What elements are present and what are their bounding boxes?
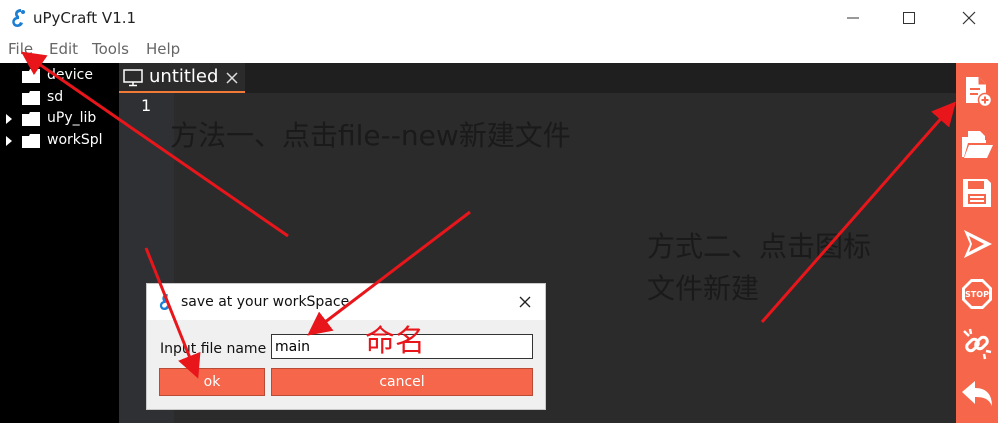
tab-label: untitled (149, 66, 219, 87)
folder-icon (22, 91, 40, 105)
dialog-close-icon[interactable] (519, 296, 531, 308)
annotation-naming: 命名 (365, 324, 425, 359)
folder-icon (22, 69, 40, 83)
line-number: 1 (141, 96, 152, 115)
dialog-title-bar: save at your workSpace (147, 284, 545, 320)
title-bar: uPyCraft V1.1 (0, 0, 998, 36)
expand-arrow-icon[interactable] (5, 131, 13, 151)
window-title: uPyCraft V1.1 (33, 9, 137, 27)
tree-item-upy-lib[interactable]: uPy_lib (5, 109, 115, 129)
stop-icon[interactable]: STOP (960, 277, 994, 311)
maximize-icon[interactable] (894, 6, 924, 30)
file-name-label: Input file name (160, 341, 267, 357)
upycraft-logo-icon (12, 9, 25, 27)
folder-icon (22, 112, 40, 126)
tree-item-workspace[interactable]: workSpl (5, 131, 115, 151)
tree-item-label: uPy_lib (47, 110, 97, 126)
menu-edit[interactable]: Edit (49, 40, 78, 58)
tree-item-device[interactable]: device (5, 66, 115, 86)
ok-button[interactable]: ok (159, 368, 265, 396)
cancel-button[interactable]: cancel (271, 368, 533, 396)
annotation-method-two-line1: 方式二、点击图标 (647, 230, 872, 263)
minimize-icon[interactable] (838, 6, 868, 30)
tree-item-label: device (47, 67, 93, 83)
tab-untitled[interactable]: untitled (119, 63, 245, 93)
tab-close-icon[interactable] (226, 72, 238, 84)
tab-bar: untitled (119, 63, 956, 93)
close-icon[interactable] (954, 6, 984, 30)
file-tree-sidebar: device sd uPy_lib workSpl (0, 63, 119, 423)
right-toolbar: STOP (956, 63, 998, 423)
tree-item-label: workSpl (47, 132, 103, 148)
run-icon[interactable] (960, 227, 994, 261)
annotation-method-one: 方法一、点击file--new新建文件 (170, 119, 571, 152)
dialog-title: save at your workSpace (181, 294, 350, 310)
stop-icon-text: STOP (965, 290, 989, 299)
tree-item-sd[interactable]: sd (5, 88, 115, 108)
menu-bar: File Edit Tools Help (0, 36, 998, 63)
tree-item-label: sd (47, 89, 64, 105)
expand-arrow-icon[interactable] (5, 109, 13, 129)
menu-file[interactable]: File (8, 40, 33, 58)
new-file-icon[interactable] (960, 75, 994, 109)
save-icon[interactable] (960, 176, 994, 210)
save-dialog: save at your workSpace Input file name o… (146, 283, 546, 410)
dialog-logo-icon (159, 294, 170, 310)
open-folder-icon[interactable] (960, 127, 994, 161)
folder-icon (22, 134, 40, 148)
monitor-icon (123, 69, 143, 87)
menu-tools[interactable]: Tools (92, 40, 129, 58)
annotation-method-two-line2: 文件新建 (647, 272, 760, 305)
undo-icon[interactable] (960, 376, 994, 410)
connect-icon[interactable] (960, 327, 994, 361)
menu-help[interactable]: Help (146, 40, 180, 58)
